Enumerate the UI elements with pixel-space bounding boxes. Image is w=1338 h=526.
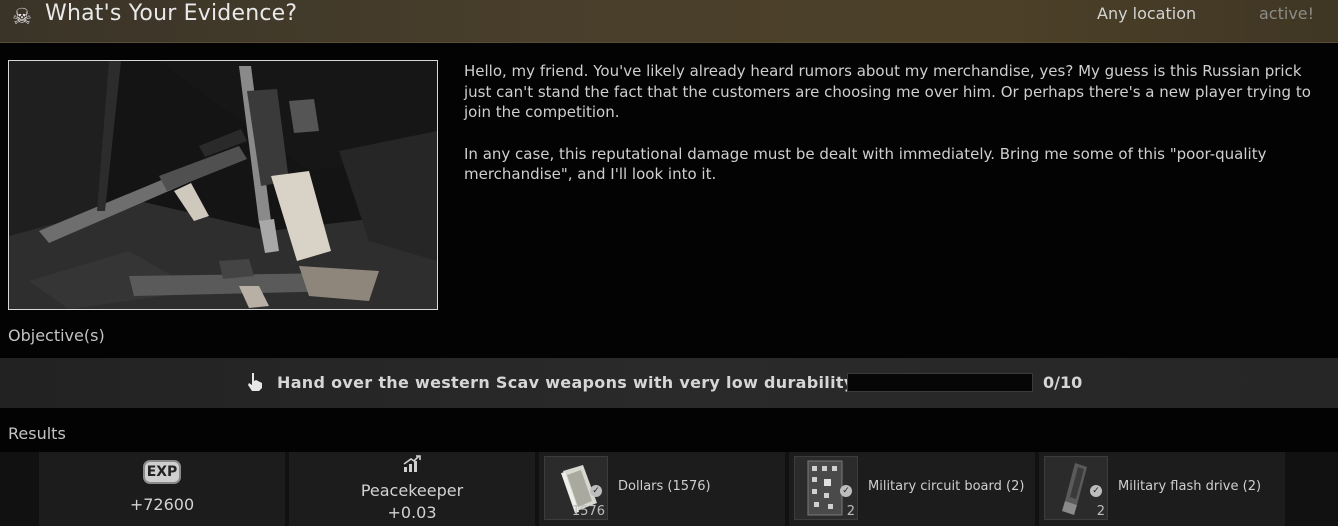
- exp-value: +72600: [129, 495, 195, 514]
- found-in-raid-icon: ✓: [840, 485, 852, 497]
- quest-panel: ☠ What's Your Evidence? Any location act…: [0, 0, 1338, 526]
- found-in-raid-icon: ✓: [590, 485, 602, 497]
- quest-image: [8, 60, 438, 310]
- circuit-board-icon: ✓ 2: [794, 456, 858, 520]
- hand-pointer-icon: [246, 372, 264, 392]
- item-name: Military flash drive (2): [1118, 479, 1262, 494]
- reward-item-dollars[interactable]: ✓ 1576 Dollars (1576): [539, 452, 785, 526]
- quest-location: Any location: [1097, 4, 1197, 23]
- reputation-chart-icon: [402, 454, 422, 478]
- quest-header: ☠ What's Your Evidence? Any location act…: [0, 0, 1338, 43]
- item-quantity: 2: [846, 504, 855, 519]
- objective-row: Hand over the western Scav weapons with …: [0, 358, 1338, 408]
- objective-progress-bar: [847, 373, 1033, 392]
- objective-count: 0/10: [1043, 373, 1083, 392]
- reward-item-flash-drive[interactable]: ✓ 2 Military flash drive (2): [1039, 452, 1285, 526]
- rewards-row: EXP +72600 Peacekeeper +0.03 ✓ 1576 Doll…: [0, 452, 1338, 526]
- reward-reputation: Peacekeeper +0.03: [289, 452, 535, 526]
- reputation-value: +0.03: [387, 503, 437, 522]
- reward-exp: EXP +72600: [39, 452, 285, 526]
- description-paragraph: In any case, this reputational damage mu…: [464, 144, 1267, 184]
- flash-drive-icon: ✓ 2: [1044, 456, 1108, 520]
- reputation-trader: Peacekeeper: [360, 481, 464, 500]
- item-name: Military circuit board (2): [868, 479, 1025, 494]
- exp-icon: EXP: [143, 460, 181, 484]
- skull-crossbones-icon: ☠: [12, 4, 32, 30]
- dollars-icon: ✓ 1576: [544, 456, 608, 520]
- item-quantity: 1576: [571, 504, 605, 519]
- description-paragraph: Hello, my friend. You've likely already …: [464, 62, 1311, 121]
- quest-description: Hello, my friend. You've likely already …: [464, 61, 1324, 206]
- item-name: Dollars (1576): [618, 479, 711, 494]
- reward-item-circuit-board[interactable]: ✓ 2 Military circuit board (2): [789, 452, 1035, 526]
- quest-status: active!: [1259, 4, 1315, 23]
- objective-text: Hand over the western Scav weapons with …: [277, 373, 855, 392]
- quest-title: What's Your Evidence?: [45, 1, 298, 26]
- results-label: Results: [8, 424, 66, 443]
- item-quantity: 2: [1096, 504, 1105, 519]
- objectives-label: Objective(s): [8, 326, 105, 345]
- found-in-raid-icon: ✓: [1090, 485, 1102, 497]
